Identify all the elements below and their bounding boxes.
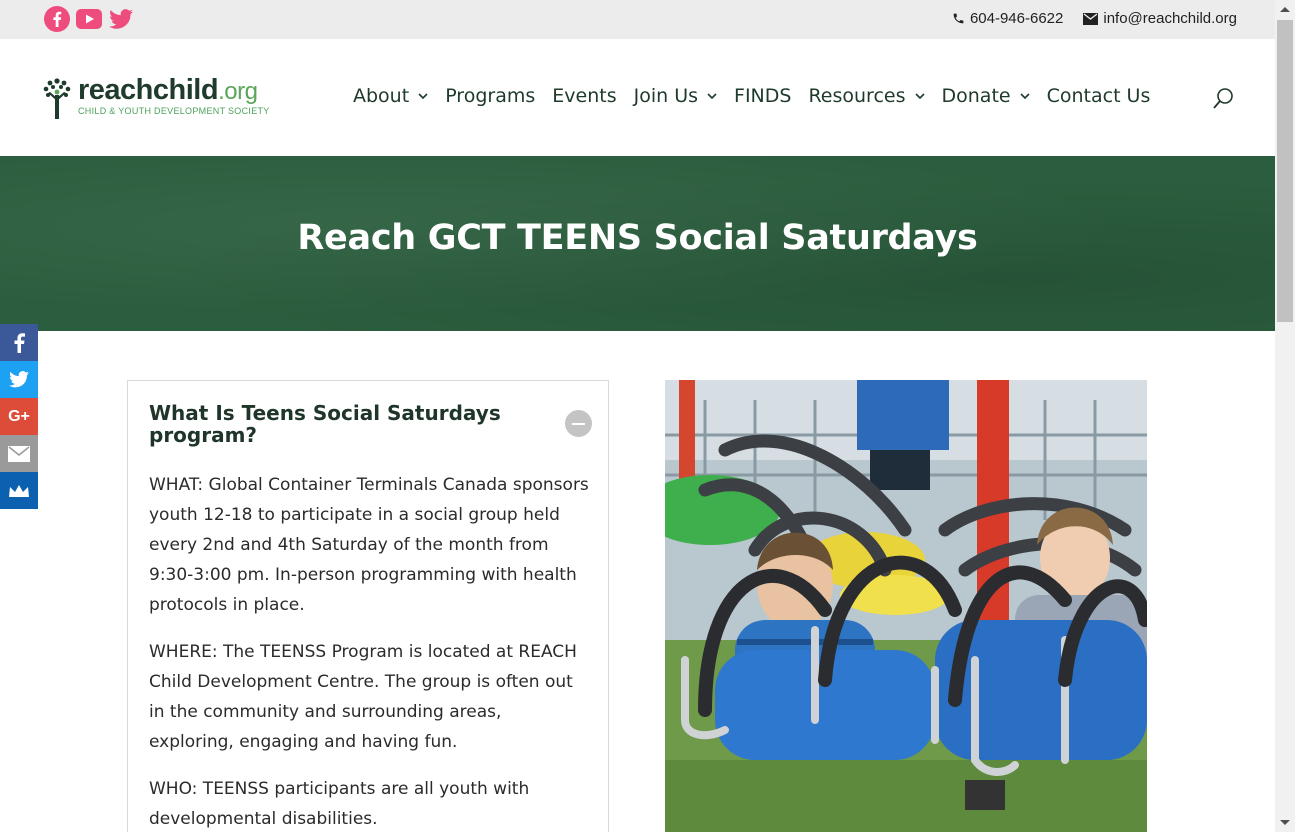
nav-item-contact-us[interactable]: Contact Us [1047, 85, 1151, 107]
page-scrollbar[interactable] [1275, 0, 1295, 832]
twitter-icon[interactable] [108, 6, 134, 32]
nav-item-join-us[interactable]: Join Us [634, 85, 717, 107]
share-sidebar: G+ [0, 324, 38, 509]
twitter-icon [9, 370, 29, 387]
nav-item-donate[interactable]: Donate [942, 85, 1030, 107]
nav-item-programs[interactable]: Programs [445, 85, 535, 107]
phone-icon [953, 13, 964, 24]
nav-item-about[interactable]: About [353, 85, 428, 107]
share-email-button[interactable] [0, 435, 38, 472]
youtube-icon[interactable] [76, 6, 102, 32]
chevron-down-icon [1020, 93, 1030, 100]
nav-item-events[interactable]: Events [552, 85, 616, 107]
top-social-links [44, 6, 134, 32]
tree-logo-icon [43, 78, 71, 119]
toggle-title[interactable]: What Is Teens Social Saturdays program? [149, 402, 519, 446]
chevron-down-icon [707, 93, 717, 100]
where-paragraph: WHERE: The TEENSS Program is located at … [149, 642, 577, 752]
search-icon[interactable] [1212, 87, 1236, 111]
what-paragraph: WHAT: Global Container Terminals Canada … [149, 475, 589, 615]
collapse-toggle-icon[interactable] [565, 410, 592, 437]
phone-number: 604-946-6622 [969, 10, 1064, 27]
page-hero: Reach GCT TEENS Social Saturdays [0, 156, 1275, 331]
top-bar: 604-946-6622 info@reachchild.org [0, 0, 1275, 39]
share-twitter-button[interactable] [0, 361, 38, 398]
program-info-toggle: What Is Teens Social Saturdays program? … [127, 380, 609, 832]
share-google-plus-button[interactable]: G+ [0, 398, 38, 435]
who-paragraph: WHO: TEENSS participants are all youth w… [149, 779, 530, 829]
email-address: info@reachchild.org [1103, 10, 1237, 27]
scrollbar-thumb[interactable] [1277, 20, 1293, 322]
page-title: Reach GCT TEENS Social Saturdays [297, 218, 978, 258]
sumome-crown-icon [9, 484, 29, 497]
facebook-icon[interactable] [44, 6, 70, 32]
share-facebook-button[interactable] [0, 324, 38, 361]
top-contact: 604-946-6622 info@reachchild.org [952, 10, 1237, 27]
email-icon [8, 445, 30, 462]
site-logo[interactable]: reachchild.org CHILD & YOUTH DEVELOPMENT… [42, 75, 270, 121]
google-plus-icon: G+ [8, 407, 30, 425]
email-link[interactable]: info@reachchild.org [1083, 10, 1237, 27]
nav-item-finds[interactable]: FINDS [734, 85, 791, 107]
scroll-down-arrow-icon[interactable] [1280, 820, 1290, 825]
main-nav: About Programs Events Join Us FINDS Reso… [353, 85, 1167, 107]
site-header: reachchild.org CHILD & YOUTH DEVELOPMENT… [0, 39, 1275, 156]
share-sumome-button[interactable] [0, 472, 38, 509]
program-photo [665, 380, 1147, 832]
nav-item-resources[interactable]: Resources [808, 85, 925, 107]
toggle-content: WHAT: Global Container Terminals Canada … [149, 470, 589, 832]
chevron-down-icon [914, 93, 925, 100]
logo-wordmark: reachchild.org [78, 74, 258, 106]
chevron-down-icon [418, 93, 428, 100]
envelope-icon [1083, 12, 1099, 25]
logo-tagline: CHILD & YOUTH DEVELOPMENT SOCIETY [78, 106, 270, 116]
facebook-icon [14, 332, 25, 353]
phone-link[interactable]: 604-946-6622 [952, 10, 1063, 27]
scroll-up-arrow-icon[interactable] [1280, 7, 1290, 12]
